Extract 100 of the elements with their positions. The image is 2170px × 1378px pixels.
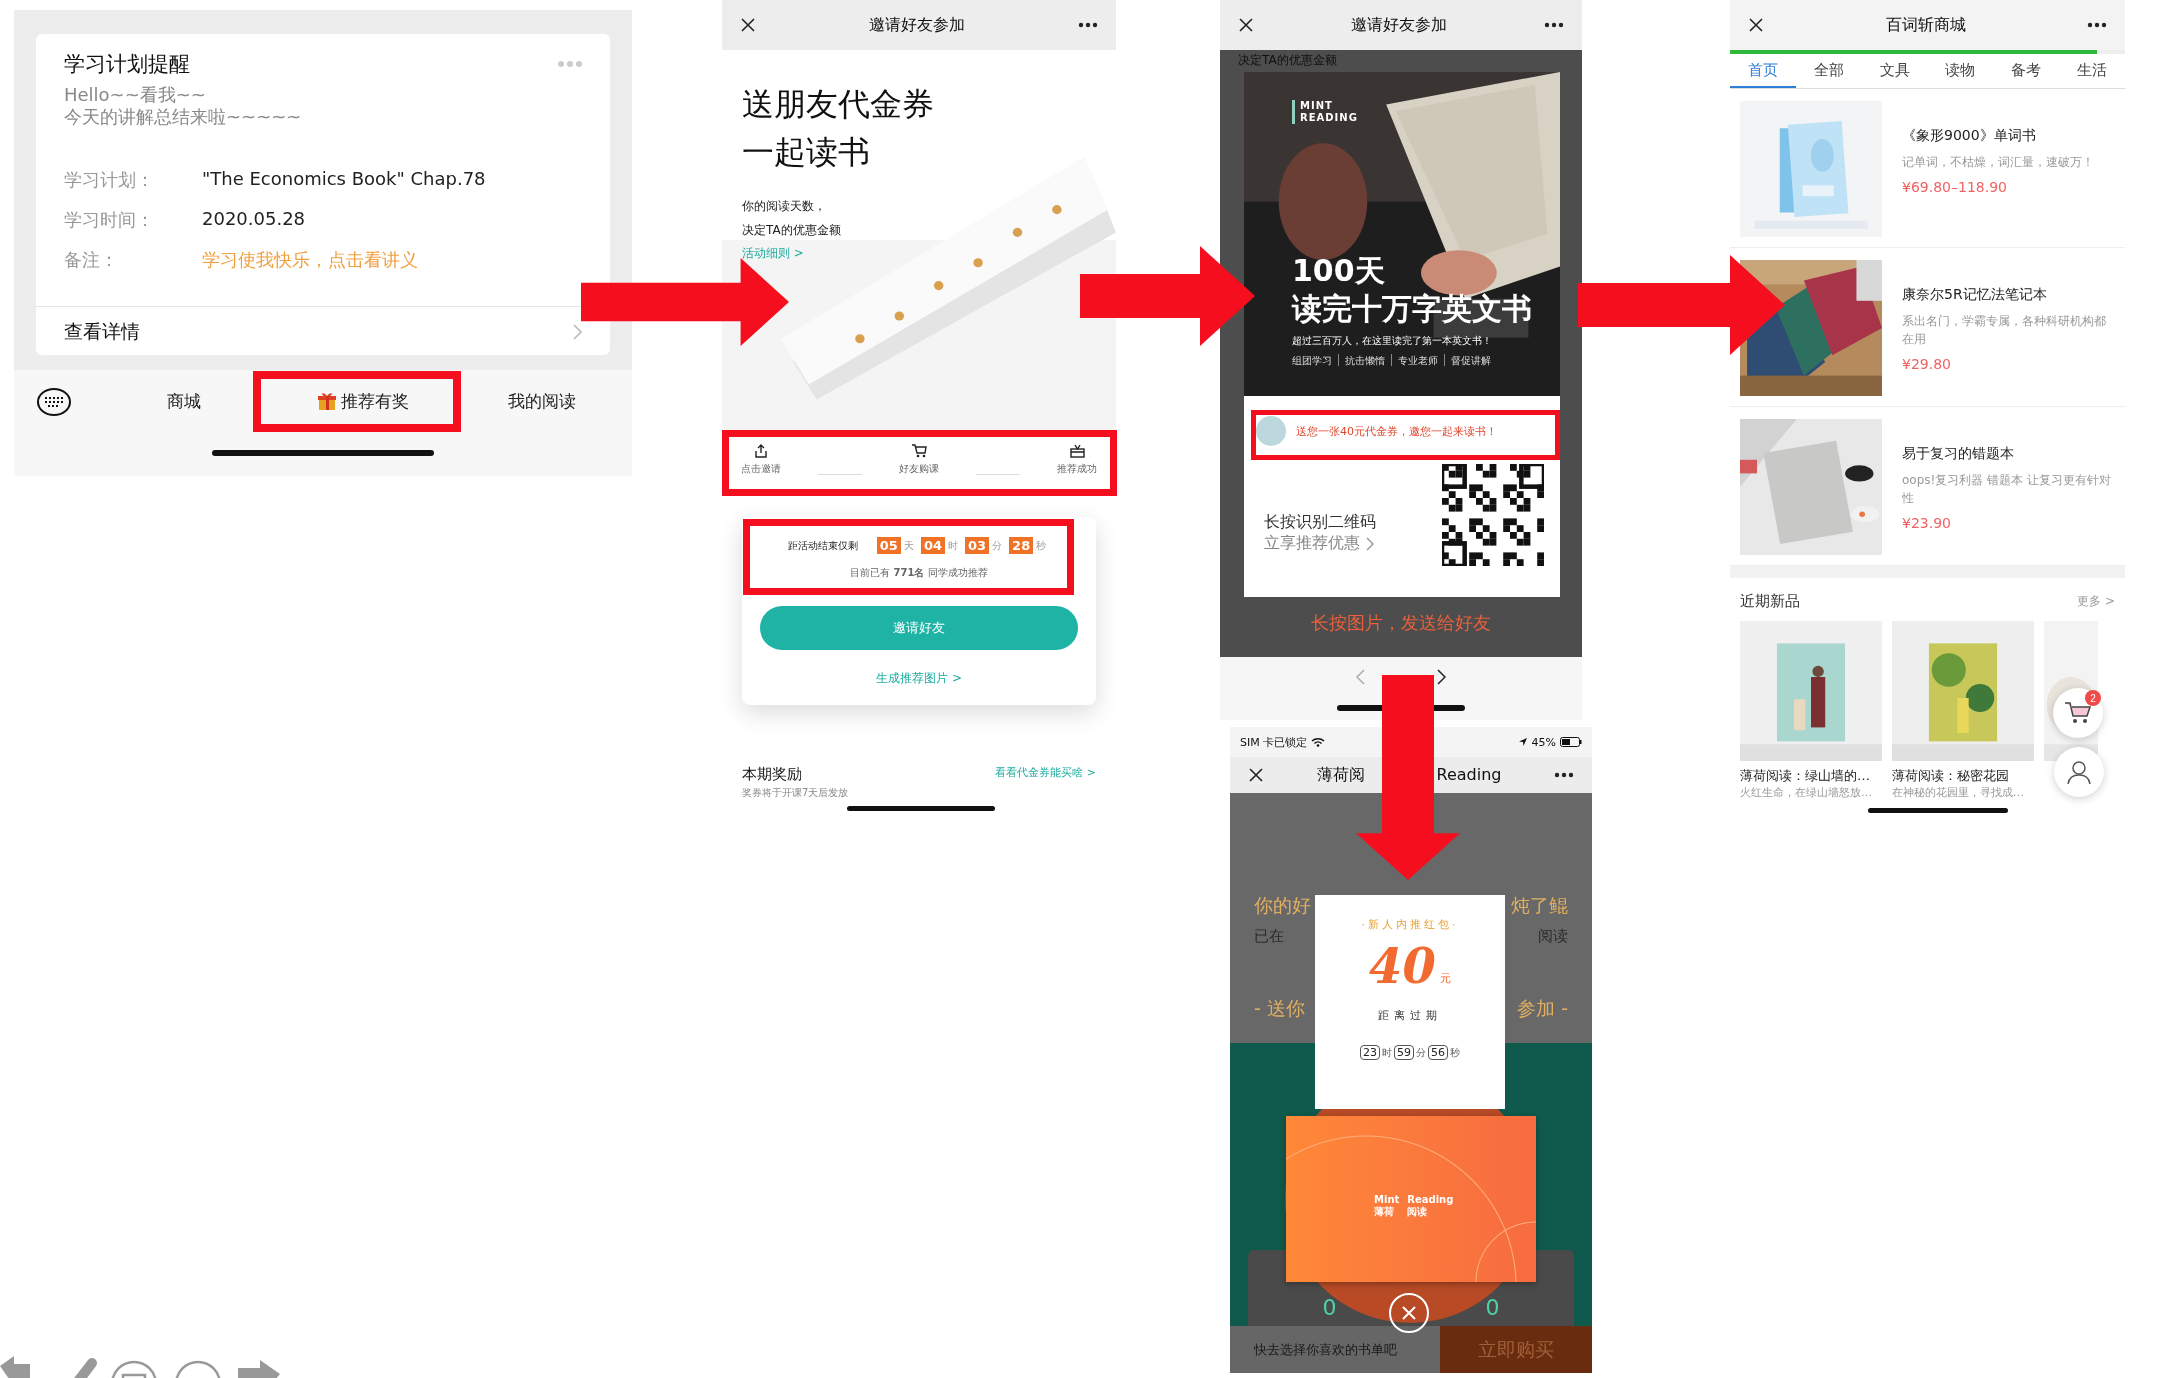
carrier-status: SIM 卡已锁定 — [1240, 734, 1308, 750]
menu-tab[interactable]: 我的阅读 — [452, 388, 632, 414]
brand-text: 阅读 — [1407, 1206, 1428, 1218]
category-tab[interactable]: 生活 — [2059, 54, 2125, 88]
qr-subcaption: 立享推荐优惠 — [1264, 533, 1360, 554]
product-name[interactable]: 易于复习的错题本 — [1902, 445, 2115, 463]
product-name[interactable]: 《象形9000》单词书 — [1902, 127, 2094, 145]
step-label: 好友购课 — [898, 462, 939, 476]
chevron-icon — [573, 324, 582, 340]
field-label: 备注： — [64, 248, 119, 272]
headline: 送朋友代金券 — [742, 84, 935, 125]
intro-text: 决定TA的优惠金额 — [742, 222, 842, 239]
close-icon[interactable] — [740, 17, 756, 33]
greeting-text: 今天的讲解总结来啦~~~~~ — [64, 106, 303, 128]
product-price: ¥29.80 — [1902, 356, 1952, 372]
countdown-number: 23 — [1360, 1045, 1380, 1060]
page-title: 邀请好友参加 — [869, 14, 965, 36]
product-name[interactable]: 薄荷阅读：秘密花园 — [1892, 767, 2034, 785]
keyboard-icon[interactable] — [36, 385, 72, 417]
page-title: 薄荷阅 — [1316, 764, 1365, 786]
countdown-number: 03 — [965, 537, 990, 554]
menu-tab[interactable]: 商城 — [94, 388, 274, 414]
feature-tag: 专业老师 — [1398, 354, 1438, 368]
details-link[interactable]: 查看详情 — [64, 319, 140, 345]
countdown-number: 05 — [876, 537, 901, 554]
brand-logo: MINT READING — [1292, 100, 1560, 124]
page-title: 百词斩商城 — [1885, 14, 1966, 36]
page-title: 邀请好友参加 — [1351, 14, 1447, 36]
currency-label: 元 — [1439, 971, 1451, 986]
feature-tag: 抗击懒惰 — [1345, 354, 1385, 368]
profile-button[interactable] — [2054, 747, 2104, 797]
user-icon — [2066, 759, 2092, 785]
voucher-title: ·新人内推红包· — [1361, 917, 1459, 932]
page-title: Reading — [1436, 764, 1502, 786]
product-description: 系出名门，学霸专属，各种科研机构都在用 — [1902, 313, 2107, 348]
close-icon[interactable] — [1248, 767, 1264, 783]
section-title: 近期新品 — [1740, 592, 1800, 611]
more-icon[interactable] — [2087, 22, 2107, 28]
countdown-unit: 时 — [948, 538, 958, 553]
category-tab[interactable]: 全部 — [1795, 54, 1862, 88]
poster-headline: 100天 — [1292, 252, 1386, 290]
product-name[interactable]: 薄荷阅读：绿山墙的… — [1740, 767, 1882, 785]
field-value: 2020.05.28 — [202, 208, 307, 231]
cart-count-badge: 2 — [2085, 690, 2101, 706]
greeting-text: Hello~~看我~~ — [64, 84, 207, 106]
section-title: 本期奖励 — [742, 765, 803, 784]
intro-text: 你的阅读天数， — [742, 198, 827, 215]
voucher-amount: 40 — [1369, 940, 1436, 992]
reward-note: 奖券将于开课7天后发放 — [742, 786, 849, 800]
stat-value: 0 — [1322, 1295, 1337, 1320]
qr-caption: 长按识别二维码 — [1264, 512, 1376, 533]
wifi-icon — [1311, 737, 1326, 747]
more-icon[interactable] — [1554, 772, 1574, 778]
step-label: 推荐成功 — [1057, 462, 1098, 476]
product-price: ¥69.80–118.90 — [1902, 179, 2008, 195]
countdown-number: 59 — [1394, 1045, 1414, 1060]
expiry-label: 距离过期 — [1378, 1008, 1442, 1023]
back-arrow-icon[interactable] — [0, 1356, 30, 1378]
stat-value: 0 — [1485, 1295, 1500, 1320]
tagline: 超过三百万人，在这里读完了第一本英文书！ — [1292, 334, 1493, 348]
cart-icon — [910, 444, 927, 458]
poster-headline: 读完十万字英文书 — [1292, 290, 1533, 328]
category-tab[interactable]: 首页 — [1730, 54, 1796, 88]
backdrop-text: 阅读 — [1538, 927, 1568, 946]
countdown-number: 04 — [920, 537, 945, 554]
countdown-label: 距活动结束仅剩 — [787, 538, 858, 553]
countdown-unit: 分 — [1416, 1045, 1426, 1060]
countdown-number: 28 — [1009, 537, 1034, 554]
step-label: 点击邀请 — [740, 462, 781, 476]
product-description: 记单词，不枯燥，词汇量，速破万！ — [1902, 154, 2094, 171]
battery-icon — [1560, 737, 1582, 747]
brand-text: Reading — [1407, 1194, 1454, 1206]
brand-text: 薄荷 — [1374, 1206, 1395, 1218]
more-icon[interactable] — [1078, 22, 1098, 28]
countdown-unit: 秒 — [1036, 538, 1047, 553]
product-name[interactable]: 康奈尔5R记忆法笔记本 — [1902, 286, 2115, 304]
category-tab[interactable]: 备考 — [1993, 54, 2060, 88]
product-description: 火红生命，在绿山墙怒放… — [1740, 785, 1873, 800]
feature-tag: 督促讲解 — [1451, 354, 1491, 368]
backdrop-text: 炖了鲲 — [1511, 893, 1568, 918]
category-tab[interactable]: 读物 — [1927, 54, 1994, 88]
cart-icon — [2064, 701, 2092, 725]
backdrop-text: 你的好 — [1254, 893, 1311, 918]
gift-icon — [317, 391, 337, 411]
footer-text: 快去选择你喜欢的书单吧 — [1253, 1340, 1398, 1359]
feature-tag: 组团学习 — [1292, 354, 1332, 368]
battery-percent: 45% — [1531, 735, 1556, 749]
countdown-number: 56 — [1428, 1045, 1448, 1060]
next-icon[interactable] — [1437, 669, 1446, 685]
product-description: oops!复习利器 错题本 让复习更有针对性 — [1902, 472, 2112, 507]
more-icon[interactable] — [1544, 22, 1564, 28]
product-description: 在神秘的花园里，寻找成… — [1892, 785, 2025, 800]
close-button[interactable] — [1389, 1293, 1429, 1333]
backdrop-text: 已在 — [1254, 927, 1284, 946]
menu-tab[interactable]: 推荐有奖 — [273, 388, 453, 414]
gift-icon — [1069, 444, 1085, 458]
category-tab[interactable]: 文具 — [1861, 54, 1928, 88]
share-icon — [753, 444, 768, 458]
close-icon[interactable] — [1238, 17, 1254, 33]
close-icon[interactable] — [1748, 17, 1764, 33]
